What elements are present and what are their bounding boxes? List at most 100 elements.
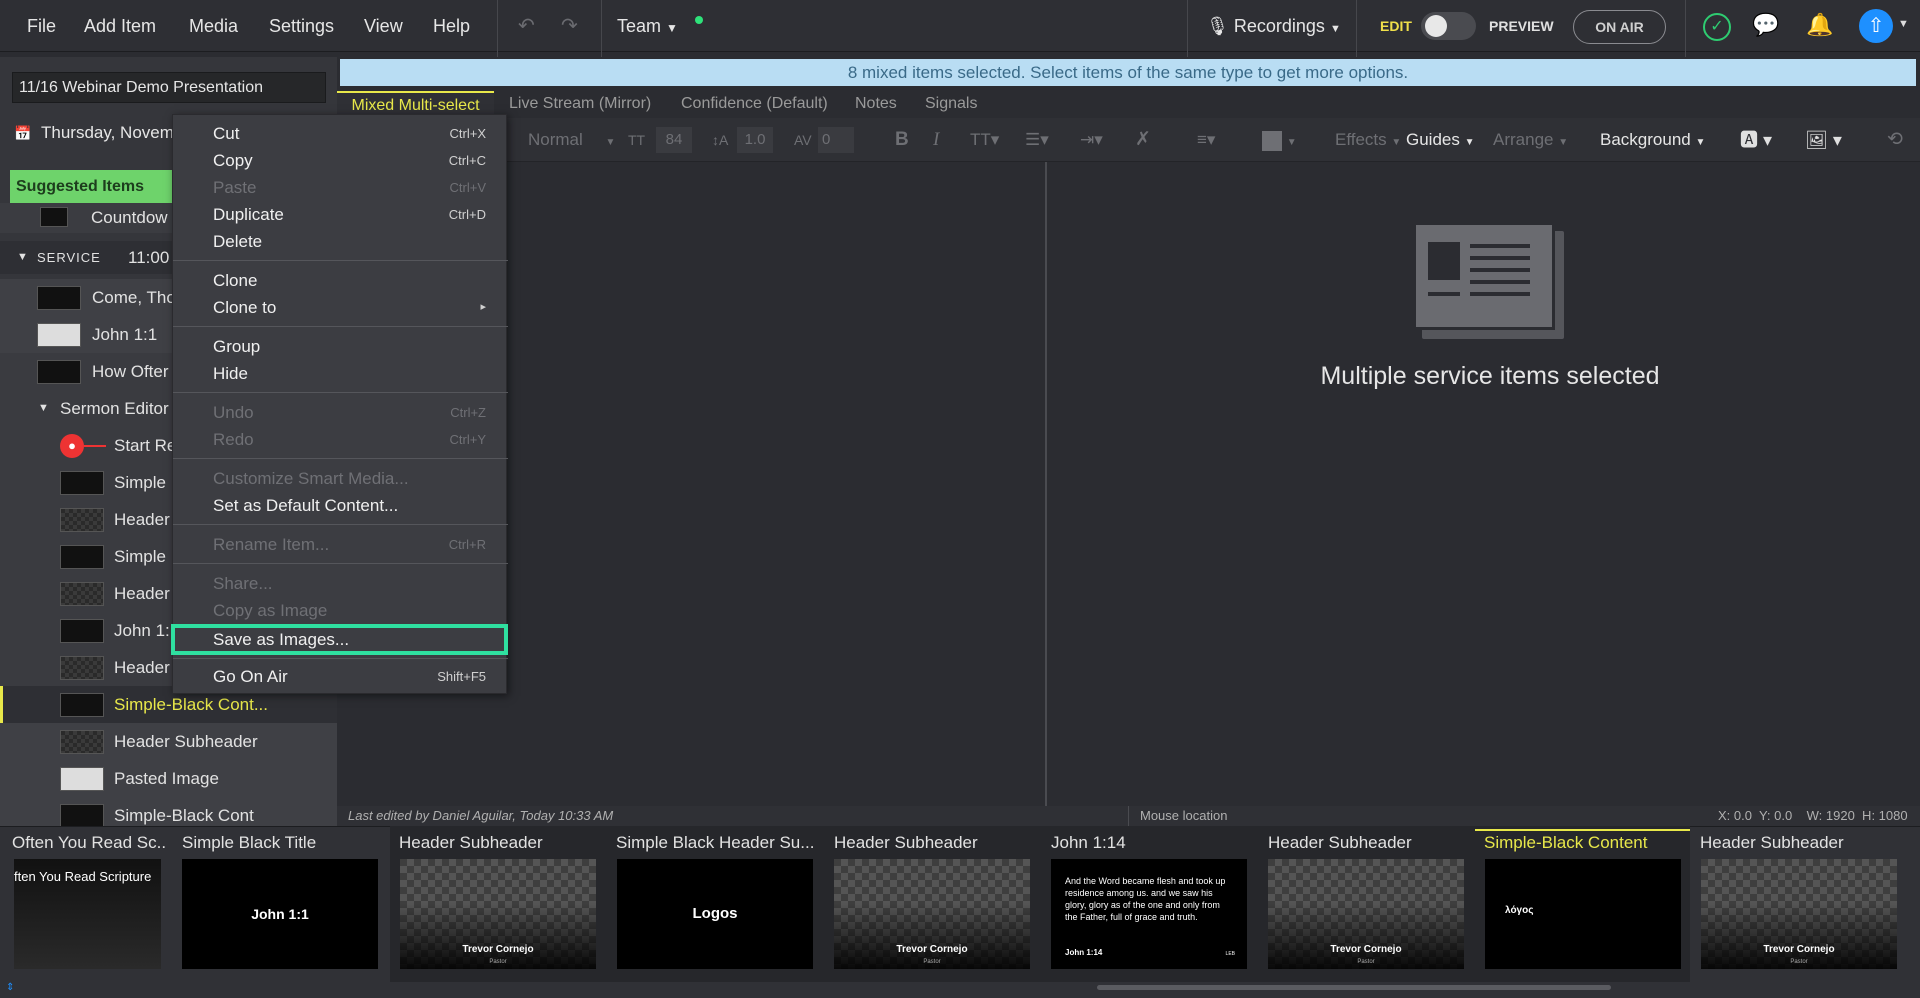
menu-undo: Undo Ctrl+Z — [213, 403, 486, 422]
menu-view[interactable]: View — [364, 0, 403, 52]
item-thumbnail — [60, 508, 104, 532]
image-icon[interactable]: 🖼 ▾ — [1805, 118, 1842, 162]
letter-spacing-icon: AV — [794, 132, 812, 148]
slide-text: Trevor Cornejo — [462, 944, 534, 955]
list-item[interactable]: Simple-Black Cont — [0, 797, 337, 826]
chevron-down-icon: ▼ — [605, 137, 616, 148]
microphone-icon: 🎙 — [1206, 16, 1229, 36]
menu-redo: Redo Ctrl+Y — [213, 430, 486, 449]
guides-dropdown[interactable]: Guides ▼ — [1406, 118, 1475, 162]
reset-icon[interactable]: ⟲ — [1887, 118, 1903, 162]
background-label: Background — [1600, 130, 1691, 149]
slide-thumbnail[interactable]: John 1:1 — [182, 859, 378, 969]
recordings-label: Recordings — [1233, 16, 1325, 36]
suggested-items-button[interactable]: Suggested Items — [10, 170, 175, 203]
tab-live-stream[interactable]: Live Stream (Mirror) — [509, 91, 651, 118]
tab-confidence[interactable]: Confidence (Default) — [681, 91, 828, 118]
team-dropdown[interactable]: Team ▼ — [617, 0, 678, 52]
slide-thumbnail[interactable]: Trevor Cornejo Pastor — [1268, 859, 1464, 969]
list-item-label: Header Subheader — [114, 732, 258, 751]
menu-add-item[interactable]: Add Item — [84, 0, 156, 52]
slide-thumbnail[interactable]: λόγος — [1485, 859, 1681, 969]
coordinates-readout: X: 0.0 Y: 0.0 W: 1920 H: 1080 — [1718, 808, 1908, 823]
menu-file[interactable]: File — [27, 0, 56, 52]
item-thumbnail — [60, 619, 104, 643]
text-box-icon[interactable]: 🅰 ▾ — [1740, 118, 1772, 162]
list-icon[interactable]: ☰▾ — [1025, 118, 1049, 162]
menu-hide[interactable]: Hide — [173, 360, 508, 387]
slide-thumbnail[interactable]: And the Word became flesh and took up re… — [1051, 859, 1247, 969]
undo-icon[interactable]: ↶ — [518, 0, 535, 52]
on-air-button[interactable]: ON AIR — [1573, 10, 1666, 44]
bold-icon[interactable]: B — [895, 118, 909, 162]
bell-icon[interactable]: 🔔 — [1806, 12, 1833, 38]
align-icon[interactable]: ≡▾ — [1197, 118, 1215, 162]
context-menu: Cut Ctrl+X Copy Ctrl+C Paste Ctrl+V Duplica… — [171, 114, 508, 694]
menu-duplicate[interactable]: Duplicate Ctrl+D — [173, 201, 508, 228]
menu-help[interactable]: Help — [433, 0, 470, 52]
edit-preview-toggle[interactable] — [1421, 12, 1476, 40]
item-thumbnail — [60, 545, 104, 569]
spacing-field[interactable]: 0 — [818, 127, 854, 153]
slide-text: λόγος — [1505, 905, 1534, 916]
slide-thumbnail[interactable]: Trevor Cornejo Pastor — [1701, 859, 1897, 969]
slide-text: John 1:1 — [251, 906, 309, 922]
presentation-name-field[interactable]: 11/16 Webinar Demo Presentation — [12, 72, 326, 103]
menu-group[interactable]: Group — [173, 333, 508, 360]
list-item-label: Header — [114, 658, 170, 677]
list-item-label: Sermon Editor — [60, 399, 169, 418]
list-item-label: How Ofter — [92, 362, 169, 381]
font-size-field[interactable]: 84 — [656, 127, 692, 153]
clear-format-icon[interactable]: ✗ — [1135, 118, 1151, 162]
slide-thumbnail[interactable]: ften You Read Scripture — [14, 859, 161, 969]
chevron-down-icon: ▼ — [1558, 137, 1569, 148]
chat-icon[interactable]: 💬 — [1752, 12, 1779, 38]
fill-color-picker[interactable]: ▼ — [1262, 118, 1297, 162]
font-size-icon: TT — [628, 132, 646, 148]
background-dropdown[interactable]: Background ▼ — [1600, 118, 1705, 162]
indent-icon[interactable]: ⇥▾ — [1080, 118, 1103, 162]
effects-dropdown[interactable]: Effects ▼ — [1335, 118, 1401, 162]
menu-save-as-images[interactable]: Save as Images... — [171, 624, 508, 655]
italic-icon[interactable]: I — [933, 118, 939, 162]
recordings-dropdown[interactable]: 🎙 Recordings ▼ — [1206, 0, 1341, 52]
style-label: Normal — [528, 130, 583, 149]
menu-settings[interactable]: Settings — [269, 0, 334, 52]
check-icon[interactable]: ✓ — [1703, 13, 1731, 41]
menu-go-on-air[interactable]: Go On Air Shift+F5 — [173, 663, 508, 690]
item-thumbnail — [37, 323, 81, 347]
slide-thumbnail[interactable]: Logos — [617, 859, 813, 969]
menu-cut[interactable]: Cut Ctrl+X — [173, 120, 508, 147]
chevron-down-icon[interactable]: ▼ — [1898, 18, 1909, 30]
line-height-field[interactable]: 1.0 — [737, 127, 773, 153]
menu-bar: File Add Item Media Settings View Help ↶… — [0, 0, 1920, 57]
filmstrip-scrollbar[interactable] — [1097, 985, 1611, 990]
redo-icon[interactable]: ↷ — [561, 0, 578, 52]
menu-rename-item: Rename Item... Ctrl+R — [213, 535, 486, 554]
tab-notes[interactable]: Notes — [855, 91, 897, 118]
menu-media[interactable]: Media — [189, 0, 238, 52]
active-slide-indicator — [1475, 829, 1690, 831]
slide-title: John 1:14 — [1051, 833, 1126, 852]
profile-avatar[interactable]: ⇧ — [1859, 9, 1893, 43]
menu-delete[interactable]: Delete — [173, 228, 508, 255]
item-thumbnail — [60, 693, 104, 717]
list-item[interactable]: Pasted Image — [0, 760, 337, 797]
menu-clone[interactable]: Clone — [173, 267, 508, 294]
slide-thumbnail[interactable]: Trevor Cornejo Pastor — [834, 859, 1030, 969]
calendar-icon: 📅 — [14, 125, 32, 141]
microphone-record-icon: ● — [60, 434, 84, 458]
list-item[interactable]: Header Subheader — [0, 723, 337, 760]
list-item-label: Header — [114, 510, 170, 529]
tab-signals[interactable]: Signals — [925, 91, 977, 118]
service-date[interactable]: Thursday, Novem — [41, 123, 174, 143]
arrange-dropdown[interactable]: Arrange ▼ — [1493, 118, 1568, 162]
text-case-icon[interactable]: TT▾ — [970, 118, 999, 162]
scroll-arrows-icon[interactable]: ⇕ — [6, 982, 14, 993]
menu-set-default-content[interactable]: Set as Default Content... — [173, 492, 508, 519]
slide-title: Simple Black Title — [182, 833, 317, 852]
menu-clone-to[interactable]: Clone to ▸ — [173, 294, 508, 321]
style-select[interactable]: Normal ▼ — [528, 118, 615, 162]
slide-thumbnail[interactable]: Trevor Cornejo Pastor — [400, 859, 596, 969]
menu-copy[interactable]: Copy Ctrl+C — [173, 147, 508, 174]
